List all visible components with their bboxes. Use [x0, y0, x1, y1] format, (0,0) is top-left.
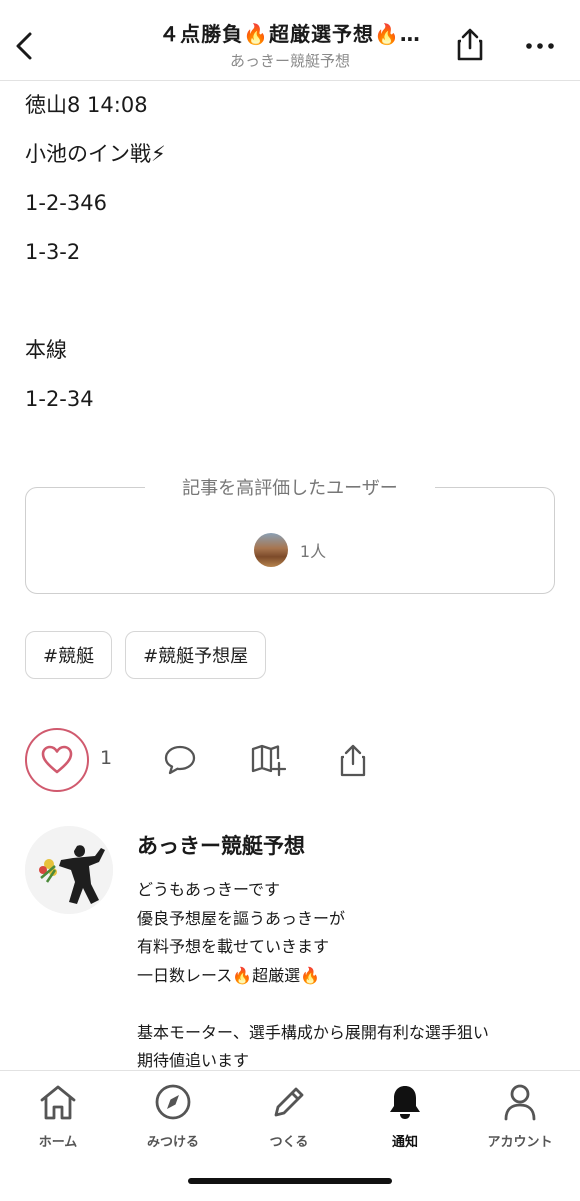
heart-icon: [41, 745, 73, 774]
bio-line: どうもあっきーです: [137, 880, 281, 899]
body-line: 徳山8 14:08: [25, 93, 148, 117]
body-line: 本線: [25, 338, 67, 362]
likers-box[interactable]: 記事を高評価したユーザー 1人: [25, 474, 555, 594]
page-subtitle: あっきー競艇予想: [229, 52, 350, 70]
compass-icon: [155, 1084, 191, 1120]
home-indicator: [188, 1178, 392, 1184]
tab-account[interactable]: アカウント: [470, 1083, 570, 1150]
bio-line: 基本モーター、選手構成から展開有利な選手狙い: [137, 1022, 489, 1042]
pencil-icon: [274, 1087, 304, 1117]
book-add-icon: [251, 744, 286, 777]
tab-label: つくる: [269, 1135, 309, 1150]
tab-label: 通知: [391, 1135, 418, 1150]
more-horizontal-icon: [526, 43, 554, 49]
likers-count: 1人: [299, 542, 327, 561]
author-avatar[interactable]: [25, 826, 113, 914]
like-button[interactable]: [25, 728, 89, 792]
body-blank-line: [25, 286, 555, 335]
tab-home[interactable]: ホーム: [8, 1083, 108, 1150]
tab-label: ホーム: [38, 1135, 78, 1150]
liker-avatar[interactable]: [253, 533, 288, 567]
bell-icon: [390, 1086, 420, 1119]
comment-icon: [164, 745, 196, 775]
author-avatar-image: [25, 826, 113, 914]
author-bio: どうもあっきーです 優良予想屋を謳うあっきーが 有料予想を載せていきます 一日数…: [137, 876, 557, 1076]
share-icon: [340, 744, 366, 777]
share-icon: [457, 28, 483, 61]
bio-line: 有料予想を載せていきます: [137, 937, 330, 956]
body-line: 1-2-346: [25, 191, 107, 215]
bio-blank-line: [137, 990, 557, 1019]
hashtag-chip[interactable]: #競艇: [25, 631, 113, 679]
user-icon: [504, 1084, 536, 1121]
share-article-button[interactable]: [335, 742, 371, 778]
tab-discover[interactable]: みつける: [123, 1083, 223, 1150]
chevron-left-icon: [16, 32, 32, 60]
top-nav-bar: ４点勝負🔥超厳選予想🔥… あっきー競艇予想: [0, 0, 580, 81]
bio-line: 優良予想屋を謳うあっきーが: [137, 908, 346, 928]
tab-notifications[interactable]: 通知: [355, 1083, 455, 1150]
article-body: 徳山8 14:08 小池のイン戦⚡ 1-2-346 1-3-2 本線 1-2-3…: [25, 90, 555, 433]
bio-line: 一日数レース🔥超厳選🔥: [137, 965, 321, 985]
share-button[interactable]: [452, 24, 488, 64]
body-line: 小池のイン戦⚡: [25, 142, 166, 166]
more-button[interactable]: [520, 34, 560, 58]
hashtag-list: #競艇 #競艇予想屋: [25, 631, 267, 679]
comment-button[interactable]: [162, 742, 198, 778]
likers-row: 1人: [26, 533, 554, 567]
tab-create[interactable]: つくる: [239, 1083, 339, 1150]
page-title: ４点勝負🔥超厳選予想🔥…: [159, 22, 421, 46]
body-line: 1-2-34: [25, 387, 94, 411]
back-button[interactable]: [6, 26, 42, 66]
tab-label: アカウント: [487, 1135, 553, 1150]
tab-label: みつける: [146, 1135, 199, 1150]
title-block: ４点勝負🔥超厳選予想🔥… あっきー競艇予想: [90, 18, 490, 71]
home-icon: [40, 1085, 76, 1120]
likers-title: 記事を高評価したユーザー: [145, 474, 435, 500]
author-name[interactable]: あっきー競艇予想: [137, 830, 305, 860]
like-count: 1: [100, 747, 113, 769]
add-to-magazine-button[interactable]: [250, 742, 286, 778]
body-line: 1-3-2: [25, 240, 81, 264]
article-actions: 1: [25, 728, 555, 792]
hashtag-chip[interactable]: #競艇予想屋: [125, 631, 267, 679]
